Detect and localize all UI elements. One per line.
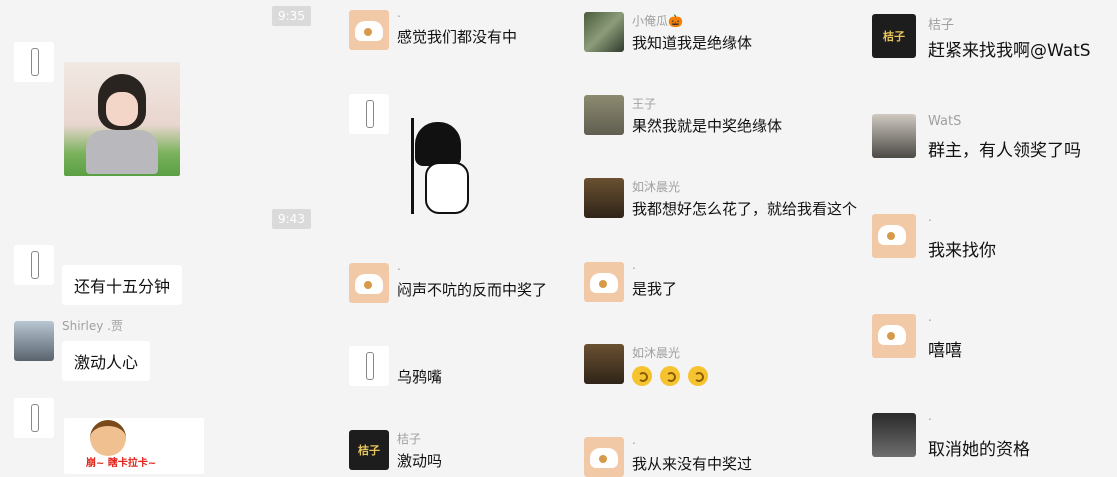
sender-name: 如沐晨光: [632, 180, 681, 194]
message-text[interactable]: 是我了: [632, 278, 677, 299]
avatar[interactable]: [872, 114, 916, 158]
photo-sticker[interactable]: [64, 62, 180, 176]
sender-name: 桔子: [928, 18, 955, 33]
message-text[interactable]: 群主，有人领奖了吗: [928, 136, 1081, 161]
avatar[interactable]: [872, 214, 916, 258]
message-text[interactable]: 乌鸦嘴: [397, 366, 442, 387]
girl-skin: [106, 92, 138, 126]
avatar[interactable]: [349, 346, 389, 386]
avatar[interactable]: [584, 95, 624, 135]
sender-name: .: [397, 259, 401, 273]
avatar[interactable]: 桔子: [872, 14, 916, 58]
avatar[interactable]: [14, 321, 54, 361]
sender-name: 如沐晨光: [632, 346, 681, 360]
avatar[interactable]: [349, 94, 389, 134]
message-text[interactable]: 我从来没有中奖过: [632, 453, 752, 474]
message-text[interactable]: 取消她的资格: [928, 435, 1030, 460]
message-text[interactable]: 激动吗: [397, 450, 442, 471]
sender-name: Shirley .贾: [62, 319, 123, 333]
avatar[interactable]: [349, 263, 389, 303]
smile-emoji-icon: [688, 366, 708, 386]
timestamp: 9:43: [272, 209, 311, 229]
avatar[interactable]: [584, 262, 624, 302]
sender-name: .: [928, 210, 932, 224]
chat-column-1: 9:35 9:43 还有十五分钟 Shirley .贾 激动人心 崩~ 瞎卡拉卡…: [0, 0, 320, 477]
sender-name: WatS: [928, 114, 962, 129]
avatar[interactable]: [584, 12, 624, 52]
sender-name: 小俺瓜🎃: [632, 14, 683, 28]
avatar[interactable]: [14, 398, 54, 438]
smile-emoji-icon: [660, 366, 680, 386]
avatar[interactable]: [584, 344, 624, 384]
sender-name: .: [632, 433, 636, 447]
sender-name: .: [397, 6, 401, 20]
timestamp: 9:35: [272, 6, 311, 26]
cartoon-face-icon: [90, 420, 126, 456]
avatar[interactable]: 桔子: [349, 430, 389, 470]
avatar[interactable]: [349, 10, 389, 50]
avatar[interactable]: [872, 413, 916, 457]
avatar[interactable]: [584, 178, 624, 218]
sender-name: 桔子: [397, 432, 422, 446]
sender-name: .: [928, 409, 932, 423]
message-bubble[interactable]: 激动人心: [62, 341, 151, 381]
sender-name: 王子: [632, 97, 657, 111]
peeking-cartoon-sticker[interactable]: [411, 118, 471, 214]
sticker[interactable]: 崩~ 瞎卡拉卡~: [64, 418, 204, 474]
message-text[interactable]: 闷声不吭的反而中奖了: [397, 279, 547, 300]
sender-name: .: [632, 258, 636, 272]
message-bubble[interactable]: 还有十五分钟: [62, 265, 183, 305]
avatar[interactable]: [14, 42, 54, 82]
message-text[interactable]: 果然我就是中奖绝缘体: [632, 115, 782, 136]
avatar[interactable]: [14, 245, 54, 285]
message-text[interactable]: 赶紧来找我啊@WatS: [928, 36, 1091, 61]
avatar[interactable]: [872, 314, 916, 358]
sender-name: .: [928, 310, 932, 324]
sticker-caption: 崩~ 瞎卡拉卡~: [86, 458, 157, 469]
avatar[interactable]: [584, 437, 624, 477]
message-text[interactable]: 我知道我是绝缘体: [632, 32, 752, 53]
emoji-row[interactable]: [632, 366, 716, 390]
message-text[interactable]: 我都想好怎么花了，就给我看这个: [632, 198, 857, 219]
chat-column-3: 小俺瓜🎃 我知道我是绝缘体 王子 果然我就是中奖绝缘体 如沐晨光 我都想好怎么花…: [584, 0, 864, 477]
girl-sweater: [86, 130, 158, 174]
message-text[interactable]: 我来找你: [928, 236, 996, 261]
smile-emoji-icon: [632, 366, 652, 386]
chat-column-4: 桔子 桔子 赶紧来找我啊@WatS WatS 群主，有人领奖了吗 . 我来找你 …: [872, 0, 1117, 477]
message-text[interactable]: 嘻嘻: [928, 336, 962, 361]
message-text[interactable]: 感觉我们都没有中: [397, 26, 517, 47]
chat-column-2: . 感觉我们都没有中 . 闷声不吭的反而中奖了 乌鸦嘴 桔子 桔子 激动吗: [349, 0, 579, 477]
